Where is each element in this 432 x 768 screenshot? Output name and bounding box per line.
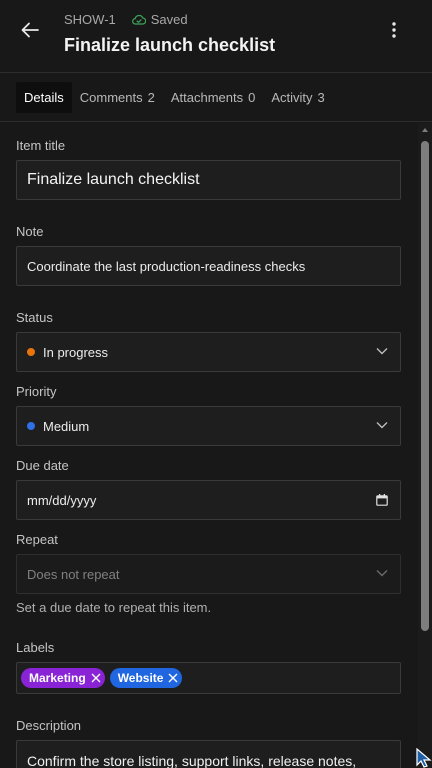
chip-label: Website bbox=[117, 671, 164, 685]
mouse-cursor-icon bbox=[416, 748, 432, 768]
back-button[interactable] bbox=[14, 14, 46, 46]
note-input[interactable]: Coordinate the last production-readiness… bbox=[16, 246, 401, 286]
item-id: SHOW-1 bbox=[64, 12, 116, 27]
status-value: In progress bbox=[43, 344, 109, 360]
remove-label-button[interactable] bbox=[168, 673, 178, 683]
remove-label-button[interactable] bbox=[91, 673, 101, 683]
item-title-label: Item title bbox=[16, 138, 66, 153]
note-label: Note bbox=[16, 224, 44, 239]
priority-label: Priority bbox=[16, 384, 57, 399]
close-icon bbox=[91, 673, 101, 683]
chevron-down-icon bbox=[376, 570, 388, 577]
tab-comments[interactable]: Comments 2 bbox=[72, 82, 163, 113]
labels-input[interactable]: Marketing Website bbox=[16, 662, 401, 694]
label-chip-website: Website bbox=[109, 668, 183, 688]
tab-label: Comments bbox=[79, 89, 143, 105]
tab-attachments[interactable]: Attachments 0 bbox=[163, 82, 264, 113]
tab-count: 0 bbox=[248, 89, 256, 105]
repeat-label: Repeat bbox=[16, 532, 58, 547]
tab-label: Activity bbox=[271, 89, 313, 105]
tab-count: 3 bbox=[317, 89, 325, 105]
status-dot bbox=[27, 348, 35, 356]
status-select[interactable]: In progress bbox=[16, 332, 401, 372]
calendar-icon[interactable] bbox=[376, 494, 388, 506]
tab-label: Details bbox=[24, 89, 64, 105]
header: SHOW-1 Saved Finalize launch checklist bbox=[0, 0, 432, 73]
item-title-input[interactable]: Finalize launch checklist bbox=[16, 160, 401, 200]
repeat-select: Does not repeat bbox=[16, 554, 401, 594]
tab-details[interactable]: Details bbox=[16, 81, 72, 113]
labels-label: Labels bbox=[16, 640, 55, 655]
due-date-label: Due date bbox=[16, 458, 69, 473]
label-chip-marketing: Marketing bbox=[21, 668, 105, 688]
due-date-value: mm/dd/yyyy bbox=[27, 492, 97, 508]
scrollbar-thumb[interactable] bbox=[421, 141, 429, 631]
page-title: Finalize launch checklist bbox=[64, 35, 276, 55]
tab-count: 2 bbox=[147, 89, 155, 105]
priority-select[interactable]: Medium bbox=[16, 406, 401, 446]
tab-activity[interactable]: Activity 3 bbox=[263, 82, 332, 113]
repeat-hint: Set a due date to repeat this item. bbox=[16, 600, 212, 615]
repeat-value: Does not repeat bbox=[27, 566, 120, 582]
more-vertical-icon bbox=[392, 22, 396, 38]
priority-value: Medium bbox=[43, 418, 90, 434]
tab-label: Attachments bbox=[170, 89, 244, 105]
chevron-down-icon bbox=[376, 422, 388, 429]
item-meta: SHOW-1 Saved bbox=[64, 12, 188, 27]
close-icon bbox=[168, 673, 178, 683]
description-label: Description bbox=[16, 718, 82, 733]
chip-label: Marketing bbox=[29, 671, 86, 685]
due-date-input[interactable]: mm/dd/yyyy bbox=[16, 480, 401, 520]
more-options-button[interactable] bbox=[378, 14, 410, 46]
app-window: SHOW-1 Saved Finalize launch checklist D… bbox=[0, 0, 432, 768]
priority-dot bbox=[27, 422, 35, 430]
saved-indicator: Saved bbox=[131, 12, 188, 27]
tab-bar: Details Comments 2 Attachments 0 Activit… bbox=[0, 73, 432, 122]
saved-label: Saved bbox=[150, 12, 188, 27]
arrow-left-icon bbox=[21, 22, 39, 38]
scroll-up-arrow-icon[interactable] bbox=[421, 126, 429, 134]
cloud-check-icon bbox=[131, 14, 146, 25]
description-input[interactable]: Confirm the store listing, support links… bbox=[16, 740, 401, 768]
status-label: Status bbox=[16, 310, 53, 325]
details-form: Item title Finalize launch checklist Not… bbox=[0, 123, 418, 768]
chevron-down-icon bbox=[376, 348, 388, 355]
